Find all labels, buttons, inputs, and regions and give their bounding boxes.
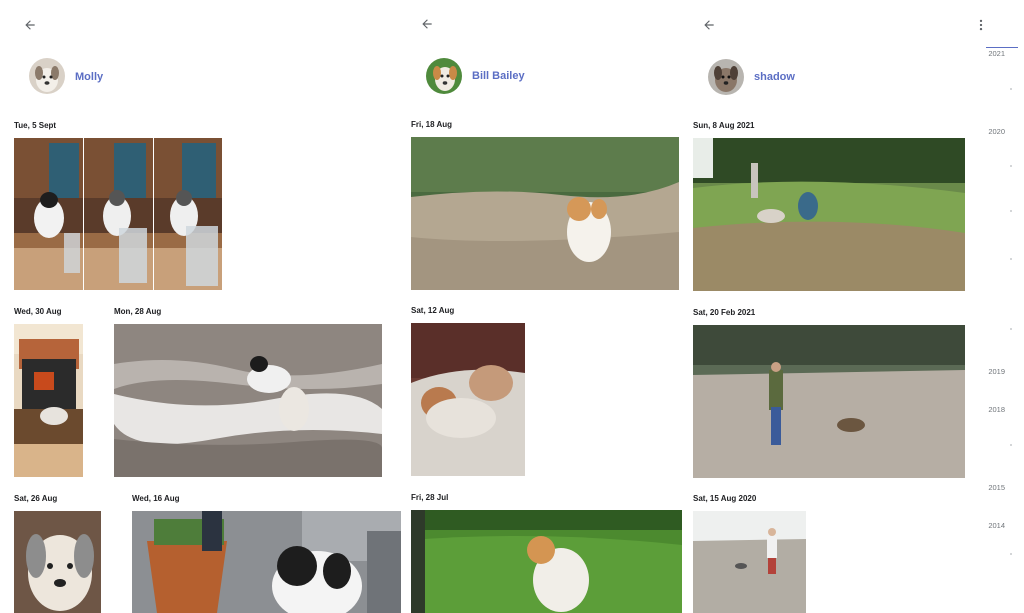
more-vert-icon bbox=[979, 19, 983, 31]
photo-thumbnail[interactable] bbox=[411, 323, 525, 476]
scroll-position-indicator[interactable] bbox=[986, 47, 1018, 48]
date-header: Sat, 20 Feb 2021 bbox=[693, 308, 756, 317]
date-header: Fri, 18 Aug bbox=[411, 120, 453, 129]
arrow-left-icon bbox=[25, 20, 35, 30]
photo-thumbnail[interactable] bbox=[14, 138, 83, 290]
avatar bbox=[708, 59, 744, 95]
date-header: Wed, 16 Aug bbox=[132, 494, 180, 503]
timeline-tick bbox=[1010, 328, 1012, 330]
year-label[interactable]: 2020 bbox=[988, 127, 1005, 136]
person-name[interactable]: Bill Bailey bbox=[472, 70, 525, 82]
timeline-tick bbox=[1010, 553, 1012, 555]
year-label[interactable]: 2018 bbox=[988, 405, 1005, 414]
date-header: Wed, 30 Aug bbox=[14, 307, 62, 316]
photo-thumbnail[interactable] bbox=[411, 137, 679, 290]
date-header: Fri, 28 Jul bbox=[411, 493, 449, 502]
avatar bbox=[426, 58, 462, 94]
back-button[interactable] bbox=[697, 13, 721, 37]
timeline-tick bbox=[1010, 88, 1012, 90]
date-header: Sun, 8 Aug 2021 bbox=[693, 121, 755, 130]
photo-thumbnail[interactable] bbox=[693, 138, 965, 291]
date-header: Tue, 5 Sept bbox=[14, 121, 57, 130]
year-label[interactable]: 2021 bbox=[988, 49, 1005, 58]
photo-thumbnail[interactable] bbox=[114, 324, 382, 477]
arrow-left-icon bbox=[422, 19, 432, 29]
date-header: Sat, 12 Aug bbox=[411, 306, 455, 315]
date-header: Sat, 15 Aug 2020 bbox=[693, 494, 757, 503]
dog-avatar-icon bbox=[426, 58, 462, 94]
year-label[interactable]: 2019 bbox=[988, 367, 1005, 376]
photo-thumbnail[interactable] bbox=[14, 324, 83, 477]
photo-thumbnail[interactable] bbox=[693, 511, 806, 613]
dog-avatar-icon bbox=[708, 59, 744, 95]
back-button[interactable] bbox=[415, 12, 439, 36]
timeline-tick bbox=[1010, 258, 1012, 260]
timeline-tick bbox=[1010, 444, 1012, 446]
year-label[interactable]: 2014 bbox=[988, 521, 1005, 530]
photo-thumbnail[interactable] bbox=[693, 325, 965, 478]
timeline-tick bbox=[1010, 165, 1012, 167]
photo-thumbnail[interactable] bbox=[84, 138, 153, 290]
timeline-tick bbox=[1010, 210, 1012, 212]
person-name[interactable]: Molly bbox=[75, 71, 103, 83]
photo-thumbnail[interactable] bbox=[154, 138, 222, 290]
photo-thumbnail[interactable] bbox=[14, 511, 101, 613]
date-header: Mon, 28 Aug bbox=[114, 307, 162, 316]
arrow-left-icon bbox=[704, 20, 714, 30]
person-name[interactable]: shadow bbox=[754, 71, 795, 83]
year-label[interactable]: 2015 bbox=[988, 483, 1005, 492]
dog-avatar-icon bbox=[29, 58, 65, 94]
date-header: Sat, 26 Aug bbox=[14, 494, 58, 503]
avatar bbox=[29, 58, 65, 94]
photo-thumbnail[interactable] bbox=[411, 510, 682, 613]
more-options-button[interactable] bbox=[969, 13, 993, 37]
back-button[interactable] bbox=[18, 13, 42, 37]
photo-thumbnail[interactable] bbox=[132, 511, 401, 613]
